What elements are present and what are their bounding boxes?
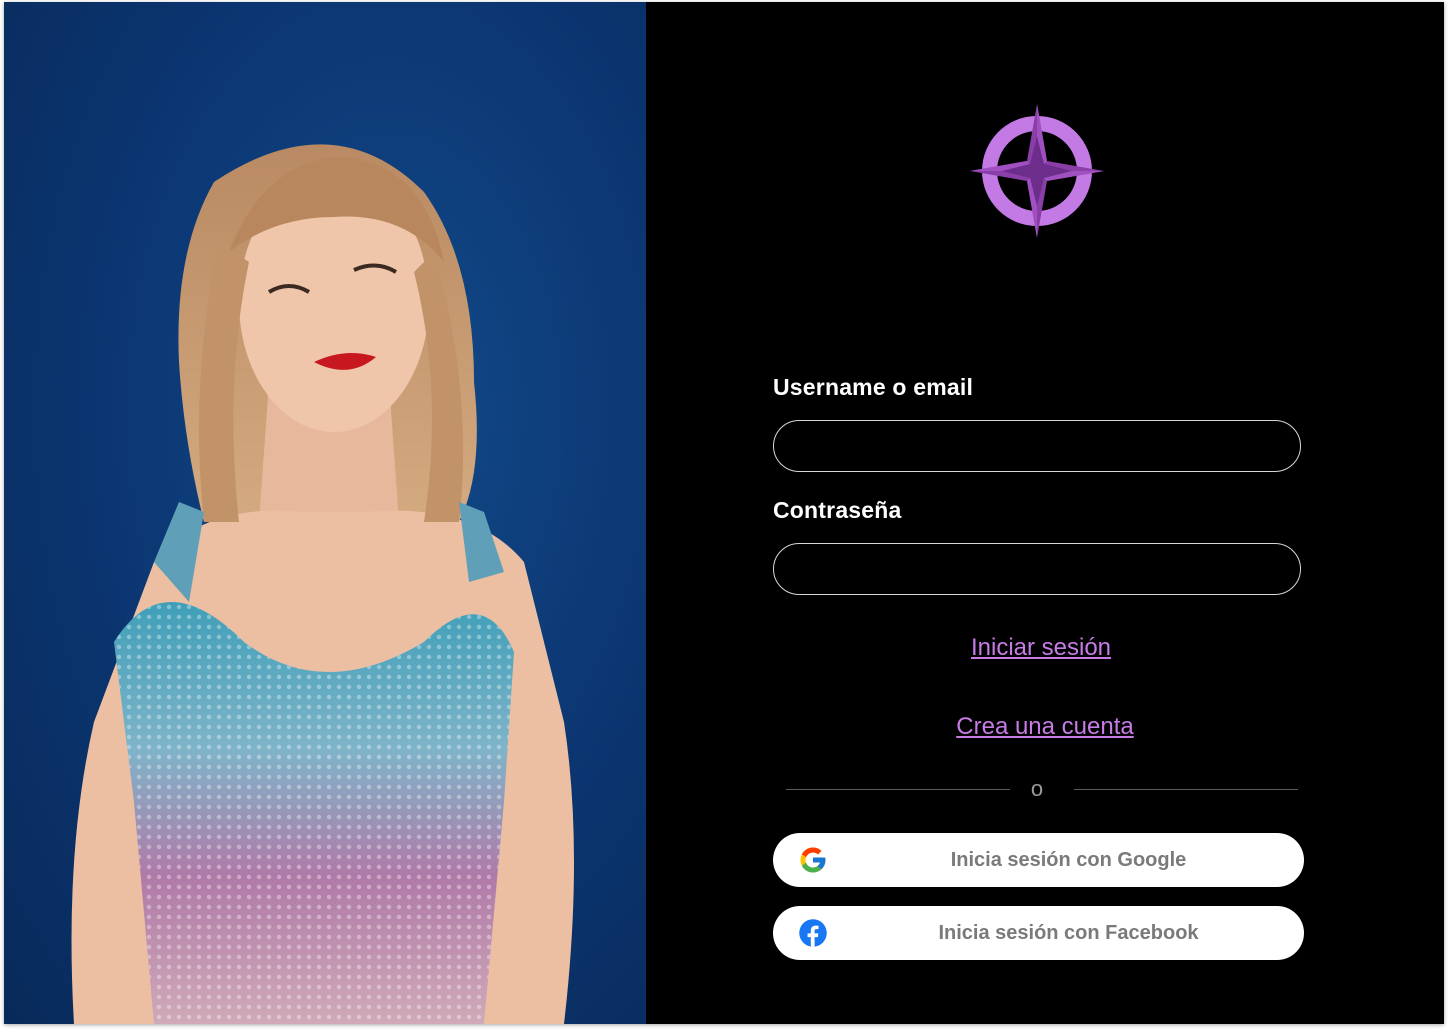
divider-right xyxy=(1074,789,1298,790)
google-icon xyxy=(800,847,826,873)
facebook-login-button[interactable]: Inicia sesión con Facebook xyxy=(773,906,1304,960)
app-window: Username o email Contraseña Iniciar sesi… xyxy=(4,2,1444,1024)
login-link[interactable]: Iniciar sesión xyxy=(646,634,1436,662)
hero-photo xyxy=(4,2,646,1024)
or-separator: o xyxy=(1030,776,1044,801)
google-login-button[interactable]: Inicia sesión con Google xyxy=(773,833,1304,887)
username-label: Username o email xyxy=(773,374,974,400)
facebook-login-label: Inicia sesión con Facebook xyxy=(938,922,1199,944)
password-label: Contraseña xyxy=(773,497,902,523)
compass-rose-icon xyxy=(970,104,1104,238)
divider-left xyxy=(786,789,1010,790)
login-panel: Username o email Contraseña Iniciar sesi… xyxy=(646,2,1444,1024)
create-account-link[interactable]: Crea una cuenta xyxy=(650,713,1440,741)
username-input[interactable] xyxy=(773,420,1301,472)
google-login-label: Inicia sesión con Google xyxy=(950,849,1187,871)
password-input[interactable] xyxy=(773,543,1301,595)
facebook-icon xyxy=(799,919,827,947)
performer-photo-illustration xyxy=(71,144,574,1024)
